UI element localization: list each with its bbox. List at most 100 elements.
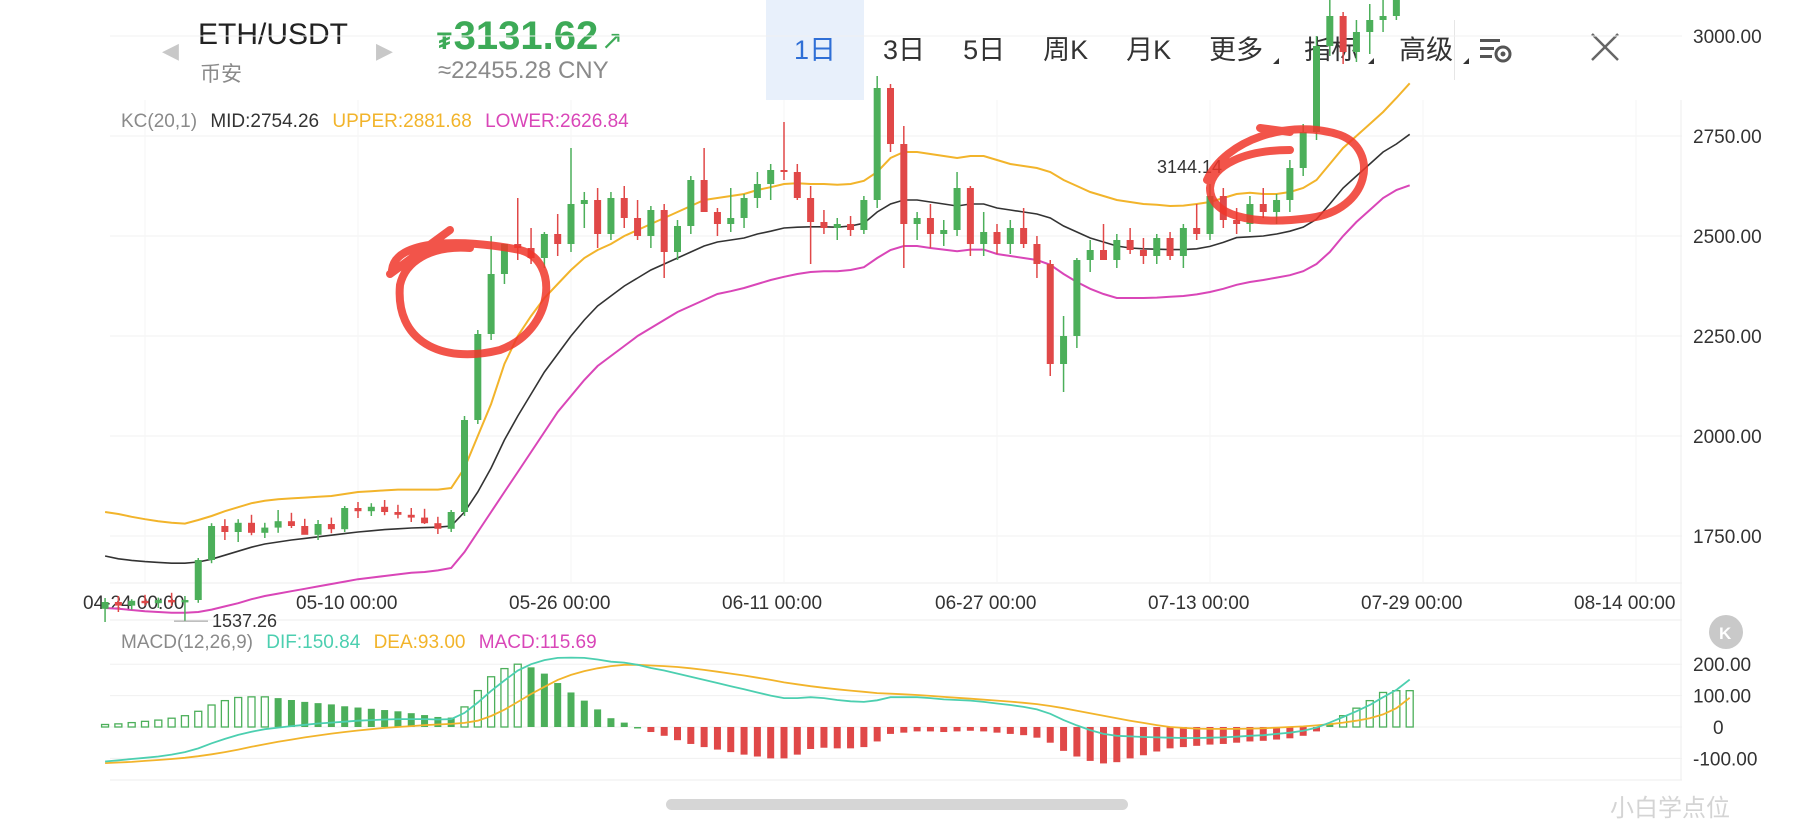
macd-bar [154,719,163,728]
candle [940,220,948,246]
candle-body [554,234,562,244]
candle [793,164,801,200]
candle-body [114,602,122,606]
candle-body [1352,32,1360,52]
candle-body [1259,204,1267,212]
candle-body [713,212,721,224]
macd-bar [1020,727,1028,736]
candle [327,517,335,534]
candle-body [421,517,429,524]
macd-bar [180,715,190,728]
macd-bar [820,727,828,748]
macd-bar [220,699,230,728]
candle-body [567,204,575,244]
candle-body [926,218,934,234]
candle [807,186,815,264]
candle-body [953,188,961,230]
macd-bar [580,700,588,727]
candle [607,192,615,240]
macd-bar [634,727,642,729]
macd-bar [167,717,176,728]
candle [780,122,788,180]
candle-body [1193,228,1201,234]
candle [287,512,295,528]
candle [926,204,934,248]
macd-bar [847,727,855,749]
macd-bar [207,704,216,728]
candle [1046,260,1054,376]
candle-body [873,88,881,200]
candle-body [221,526,229,532]
candle [1060,316,1068,392]
candle-body [341,508,349,530]
candle [660,204,668,278]
candle [1033,236,1041,278]
candle-body [753,184,761,198]
macd-bar [900,727,908,733]
price-tick-label: 2500.00 [1693,227,1762,248]
candle-body [993,232,1001,244]
macd-bar [1126,727,1134,759]
chart-scrollbar[interactable] [666,799,1128,810]
macd-bar [500,667,509,728]
watermark: 小白学点位 [1610,795,1730,822]
candle-body [274,521,282,528]
candle [620,186,628,228]
candle-body [1153,238,1161,256]
macd-bar [354,707,362,727]
low-price-label: 1537.26 [212,611,277,631]
candle [1126,228,1134,254]
candle-body [1060,336,1068,364]
candle-body [1166,238,1174,256]
candle [248,514,255,536]
macd-bar [713,727,721,750]
macd-bar [1405,690,1414,728]
candle [860,196,868,234]
candle-body [660,210,668,252]
candle [301,518,309,535]
macd-bar [993,727,1001,733]
time-tick-label: 06-11 00:00 [722,593,822,614]
candle [1006,220,1014,254]
candle-body [461,420,468,512]
candle-body [168,600,176,603]
macd-bar [1139,727,1147,756]
macd-bar [1073,727,1081,757]
macd-bar [913,727,921,732]
candle [461,416,468,516]
candle-body [301,526,309,535]
price-tick-label: 1750.00 [1693,527,1762,548]
candle-body [793,172,801,198]
candle-body [434,523,442,529]
candle [394,504,402,519]
candle-body [887,88,894,144]
candle [341,506,349,532]
candle-body [447,512,455,529]
candle-body [1392,0,1400,16]
candle-body [1033,244,1041,264]
time-tick-label: 08-14 00:00 [1574,593,1675,614]
macd-bar [567,692,575,727]
candle-body [248,522,255,533]
macd-dif-value: DIF:150.84 [266,632,361,653]
macd-bar [194,710,203,728]
candle-body [128,600,136,606]
candle [447,510,455,532]
candle [1193,204,1201,240]
candle-body [261,527,269,533]
candle-body [740,198,748,218]
time-tick-label: 07-13 00:00 [1148,593,1249,614]
macd-bar [940,727,948,733]
candle-body [154,600,162,604]
macd-bar [114,723,123,728]
time-tick-label: 05-26 00:00 [509,593,610,614]
macd-bar [527,667,535,727]
macd-legend: MACD(12,26,9) DIF:150.84 DEA:93.00 MACD:… [121,632,597,654]
candle [434,516,442,534]
candle-body [1113,240,1121,260]
candle [713,208,721,236]
candle-body [767,170,775,184]
macd-bar [953,727,961,732]
macd-bar [793,727,801,755]
k-button-glyph: K [1719,624,1732,643]
